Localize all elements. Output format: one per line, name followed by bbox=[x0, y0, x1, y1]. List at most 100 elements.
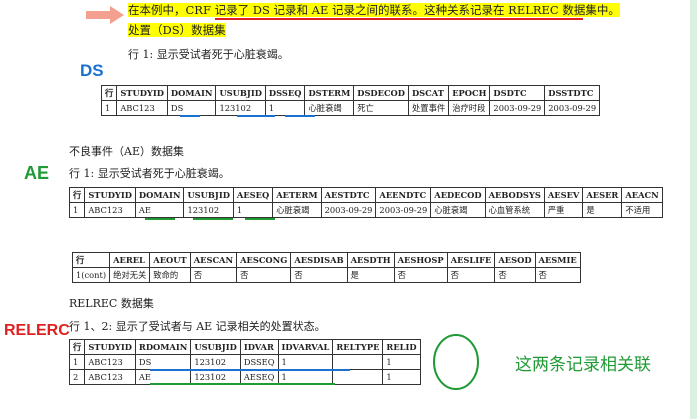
table-cell bbox=[332, 369, 384, 385]
table-cell: ABC123 bbox=[84, 369, 136, 385]
table-cell: DS bbox=[134, 354, 192, 370]
relrec-col-header: RELTYPE bbox=[332, 339, 384, 355]
ae2-col-header: AESCAN bbox=[189, 252, 238, 268]
ae-cont-header-row: 行 AEREL AEOUT AESCAN AESCONG AESDISAB AESDTH AE… bbox=[71, 252, 581, 268]
table-cell: ABC123 bbox=[84, 354, 136, 370]
table-cell: 心脏衰竭 bbox=[304, 100, 355, 116]
relid-circle-icon bbox=[433, 334, 479, 390]
table-cell: 2003-09-29 bbox=[544, 100, 601, 116]
ae2-col-header: 行 bbox=[71, 252, 111, 268]
relrec-col-header: IDVAR bbox=[239, 339, 279, 355]
table-cell: AE bbox=[134, 202, 185, 218]
table-cell: 心脏衰竭 bbox=[430, 202, 486, 218]
ds-tag: DS bbox=[80, 61, 104, 80]
ae-col-header: AESEQ bbox=[232, 187, 274, 203]
table-cell: 2003-09-29 bbox=[375, 202, 432, 218]
table-cell: 致命的 bbox=[149, 267, 191, 283]
table-cell: 1 bbox=[68, 202, 86, 218]
pointer-arrow-icon bbox=[86, 6, 124, 24]
intro-line-2: 处置（DS）数据集 bbox=[128, 23, 226, 37]
table-cell: DSSEQ bbox=[239, 354, 279, 370]
table-cell: 心脏衰竭 bbox=[272, 202, 322, 218]
table-cell: 2003-09-29 bbox=[489, 100, 546, 116]
ds-col-header: DOMAIN bbox=[166, 85, 217, 101]
table-cell: ABC123 bbox=[116, 100, 168, 116]
ae2-col-header: AESDTH bbox=[346, 252, 395, 268]
relrec-col-header: STUDYID bbox=[84, 339, 136, 355]
table-cell: ABC123 bbox=[84, 202, 136, 218]
ae2-col-header: AEREL bbox=[109, 252, 151, 268]
table-cell: 123102 bbox=[183, 202, 234, 218]
table-cell: 是 bbox=[582, 202, 623, 218]
table-cell: 1 bbox=[264, 100, 306, 116]
table-cell: 123102 bbox=[215, 100, 266, 116]
table-cell: 严重 bbox=[543, 202, 584, 218]
table-cell: 1 bbox=[382, 354, 421, 370]
table-cell: 绝对无关 bbox=[109, 267, 151, 283]
ae-col-header: AETERM bbox=[272, 187, 322, 203]
table-cell: 处置事件 bbox=[407, 100, 450, 116]
ds-col-header: DSSEQ bbox=[264, 85, 306, 101]
relrec-header-row: 行 STUDYID RDOMAIN USUBJID IDVAR IDVARVAL RELTY… bbox=[68, 339, 421, 355]
ae-col-header: USUBJID bbox=[183, 187, 234, 203]
relrec-row1-underline bbox=[150, 369, 350, 371]
relrec-col-header: 行 bbox=[68, 339, 86, 355]
table-cell: 1 bbox=[277, 354, 334, 370]
ae-col-header: AESER bbox=[582, 187, 623, 203]
ae-col-header: STUDYID bbox=[84, 187, 136, 203]
table-cell bbox=[332, 354, 384, 370]
table-row: 1 ABC123 DS 123102 1 心脏衰竭 死亡 处置事件 治疗时段 2003-09-29… bbox=[100, 100, 601, 116]
table-cell: 2003-09-29 bbox=[320, 202, 377, 218]
table-cell: 1(cont) bbox=[71, 267, 111, 283]
table-row: 1(cont) 绝对无关 致命的否否否是否否否否 bbox=[71, 267, 581, 283]
relrec-heading: RELREC 数据集 bbox=[69, 297, 154, 310]
ds-header-row: 行 STUDYID DOMAIN USUBJID DSSEQ DSTERM DSDECOD D… bbox=[100, 85, 601, 101]
ae-col-header: DOMAIN bbox=[134, 187, 185, 203]
relrec-col-header: IDVARVAL bbox=[277, 339, 334, 355]
ae-domain-underline bbox=[145, 218, 175, 220]
ae-col-header: AEENDTC bbox=[375, 187, 432, 203]
ae-col-header: AEACN bbox=[621, 187, 663, 203]
ae-col-header: AESTDTC bbox=[320, 187, 377, 203]
table-row: 1 ABC123 AE 123102 1 心脏衰竭 2003-09-29 2003-09-29… bbox=[68, 202, 663, 218]
table-cell: 1 bbox=[68, 354, 86, 370]
relrec-table: 行 STUDYID RDOMAIN USUBJID IDVAR IDVARVAL RELTY… bbox=[68, 339, 421, 385]
ae-caption: 行 1: 显示受试者死于心脏衰竭。 bbox=[69, 167, 230, 180]
table-cell: 死亡 bbox=[353, 100, 409, 116]
ae-heading: 不良事件（AE）数据集 bbox=[69, 145, 184, 158]
ds-col-header: DSDECOD bbox=[353, 85, 409, 101]
ae2-col-header: AESLIFE bbox=[446, 252, 496, 268]
table-cell: 否 bbox=[446, 267, 496, 283]
table-cell: 否 bbox=[393, 267, 448, 283]
table-cell: 否 bbox=[290, 267, 348, 283]
ds-domain-underline bbox=[180, 115, 200, 117]
table-cell: 否 bbox=[494, 267, 536, 283]
ds-col-header: DSTERM bbox=[304, 85, 355, 101]
intro-line-1: 在本例中，CRF 记录了 DS 记录和 AE 记录之间的联系。这种关系记录在 R… bbox=[128, 3, 620, 17]
table-cell: 1 bbox=[382, 369, 421, 385]
ds-col-header: DSSTDTC bbox=[544, 85, 601, 101]
relrec-caption: 行 1、2: 显示了受试者与 AE 记录相关的处置状态。 bbox=[69, 320, 326, 333]
ds-caption: 行 1: 显示受试者死于心脏衰竭。 bbox=[128, 48, 289, 61]
table-cell: 是 bbox=[346, 267, 395, 283]
ds-col-header: 行 bbox=[100, 85, 118, 101]
ae2-col-header: AESMIE bbox=[534, 252, 581, 268]
table-cell: DS bbox=[166, 100, 217, 116]
table-cell: 否 bbox=[236, 267, 292, 283]
table-cell: 123102 bbox=[190, 354, 241, 370]
ds-table: 行 STUDYID DOMAIN USUBJID DSSEQ DSTERM DSDECOD D… bbox=[100, 85, 601, 116]
ae-seq-underline bbox=[245, 218, 275, 220]
ds-col-header: DSCAT bbox=[407, 85, 450, 101]
ae-col-header: AEDECOD bbox=[430, 187, 486, 203]
ae2-col-header: AESDISAB bbox=[290, 252, 348, 268]
table-cell: 1 bbox=[100, 100, 118, 116]
table-cell: 治疗时段 bbox=[448, 100, 491, 116]
relrec-row2-underline bbox=[150, 383, 335, 385]
relrec-col-header: RELID bbox=[382, 339, 421, 355]
page-edge bbox=[690, 0, 697, 419]
ds-usubjid-underline bbox=[237, 115, 275, 117]
ae-table: 行 STUDYID DOMAIN USUBJID AESEQ AETERM AESTDTC A… bbox=[68, 187, 663, 218]
table-row: 1 ABC123 DS 123102 DSSEQ 1 1 bbox=[68, 354, 421, 370]
ae2-col-header: AESOD bbox=[494, 252, 536, 268]
ds-seq-underline bbox=[285, 115, 315, 117]
